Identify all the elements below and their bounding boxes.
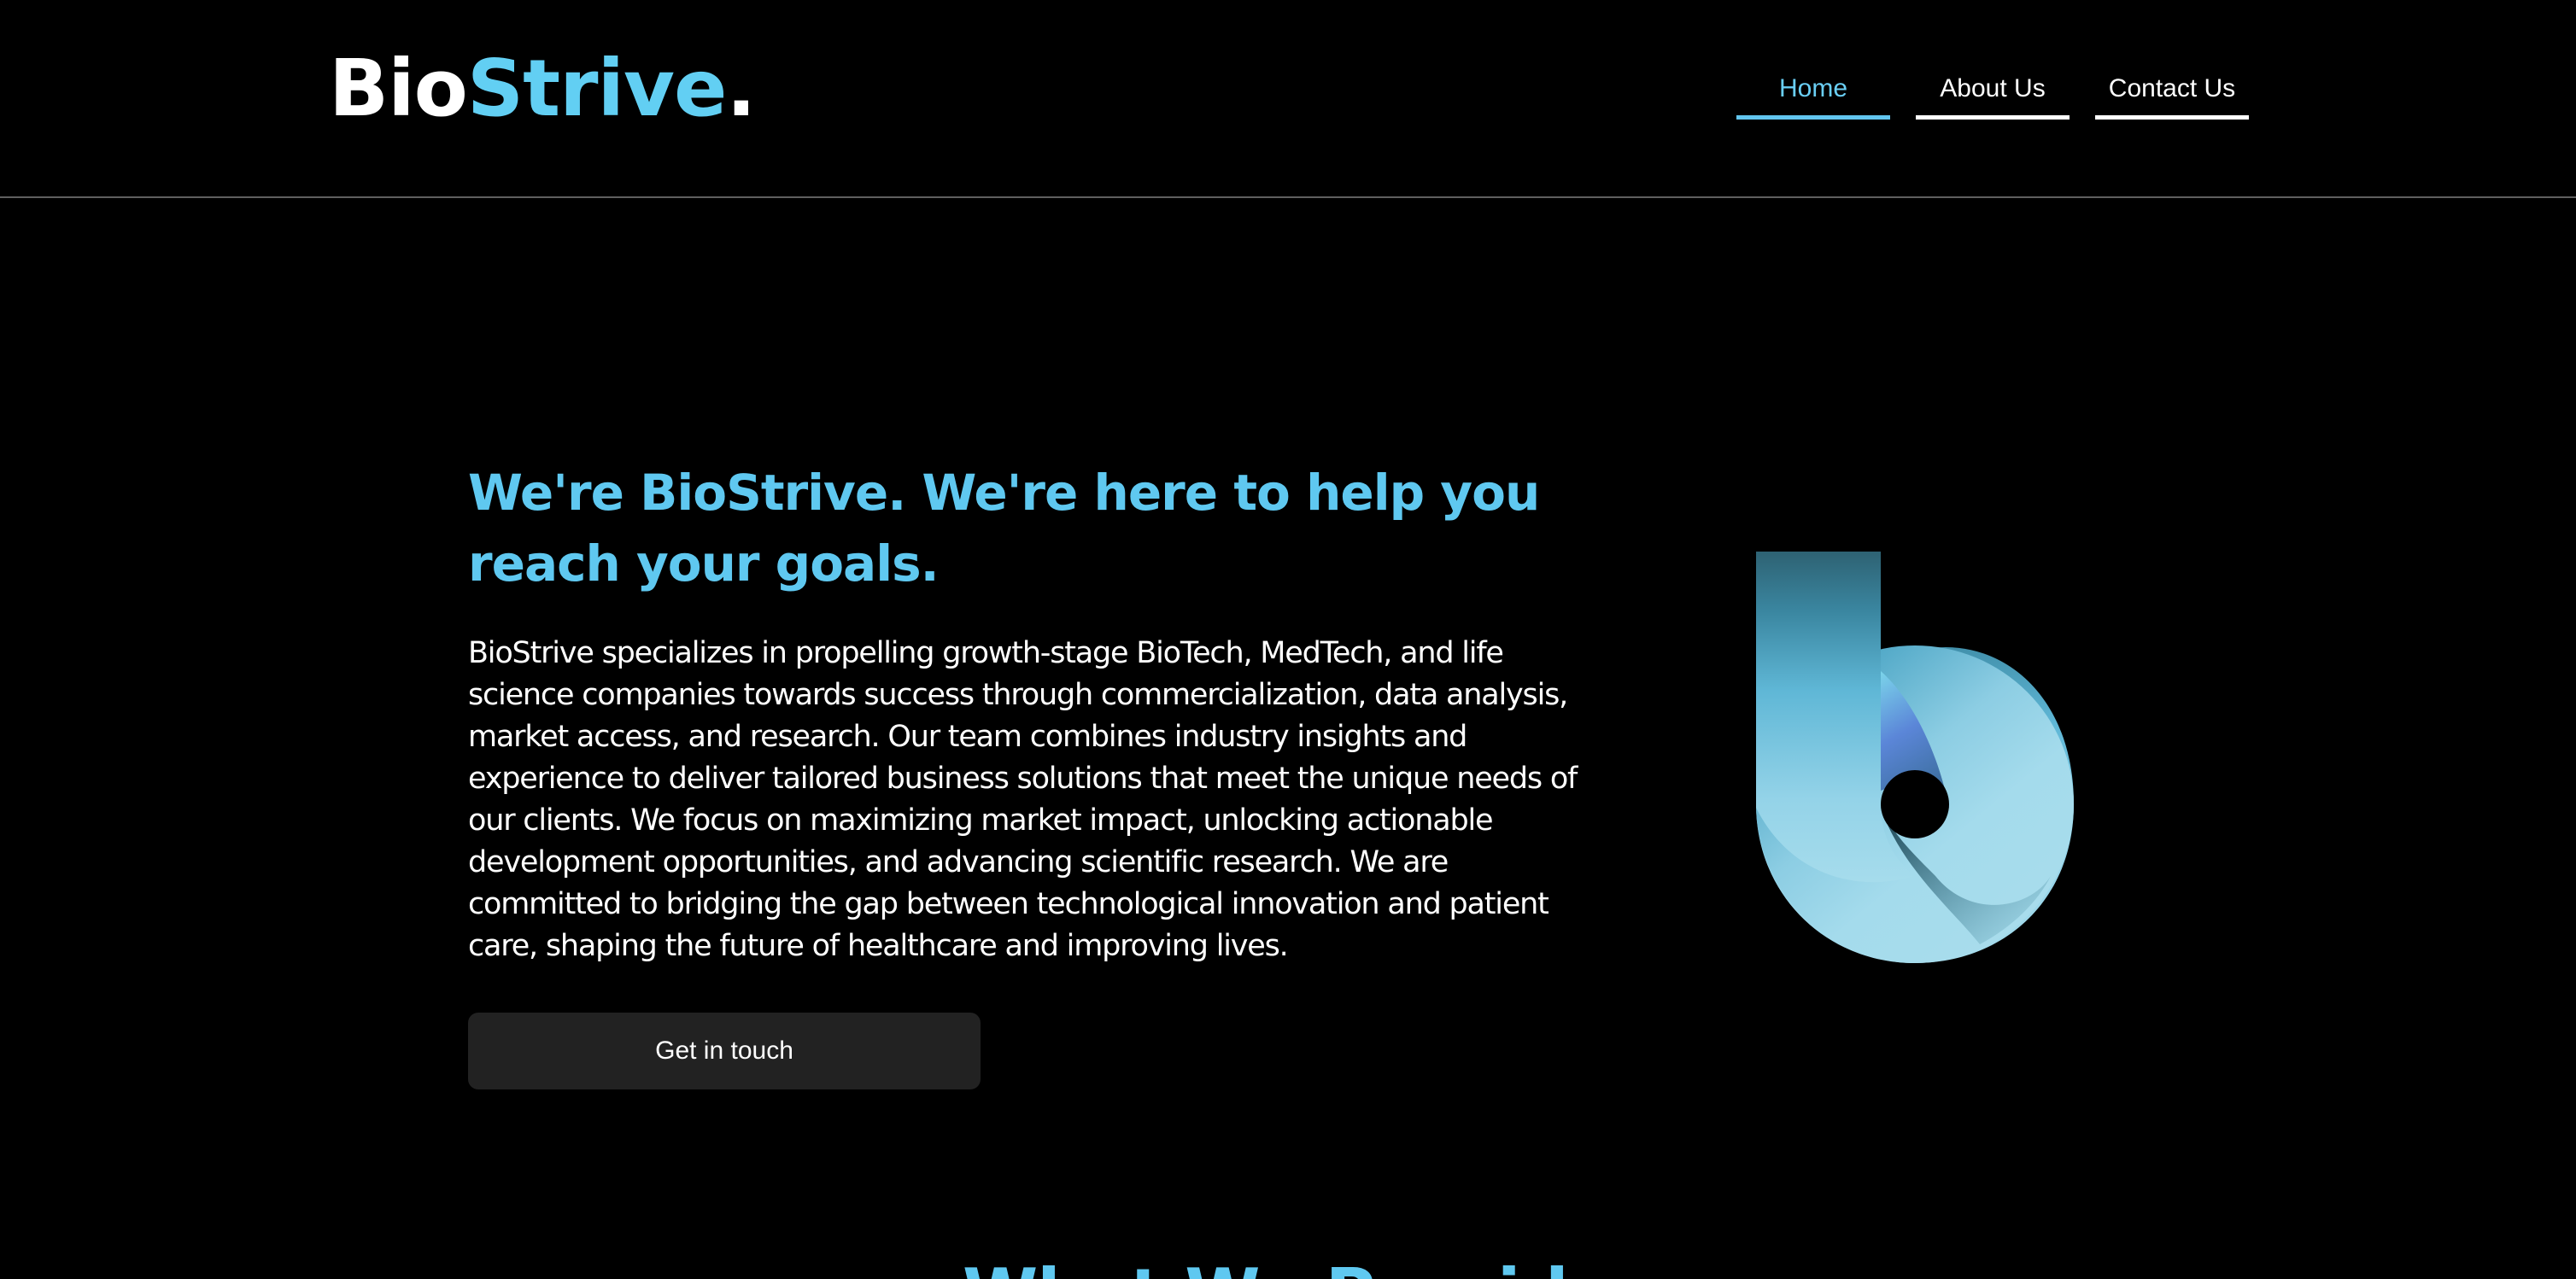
hero-title: We're BioStrive. We're here to help you … [468, 464, 1540, 593]
site-header: BioStrive. Home About Us Contact Us [0, 0, 2576, 198]
page: BioStrive. Home About Us Contact Us We'r… [0, 0, 2576, 1279]
nav-item-home[interactable]: Home [1736, 67, 1890, 120]
nav-item-about-us[interactable]: About Us [1916, 67, 2070, 120]
letter-b-ribbon-icon [1756, 552, 2074, 963]
get-in-touch-button[interactable]: Get in touch [468, 1013, 981, 1089]
nav-item-contact-us[interactable]: Contact Us [2095, 67, 2249, 120]
what-we-provide-heading: What We Provide [0, 1253, 2576, 1279]
main-nav: Home About Us Contact Us [0, 0, 2576, 198]
hero-description: BioStrive specializes in propelling grow… [468, 636, 1578, 963]
